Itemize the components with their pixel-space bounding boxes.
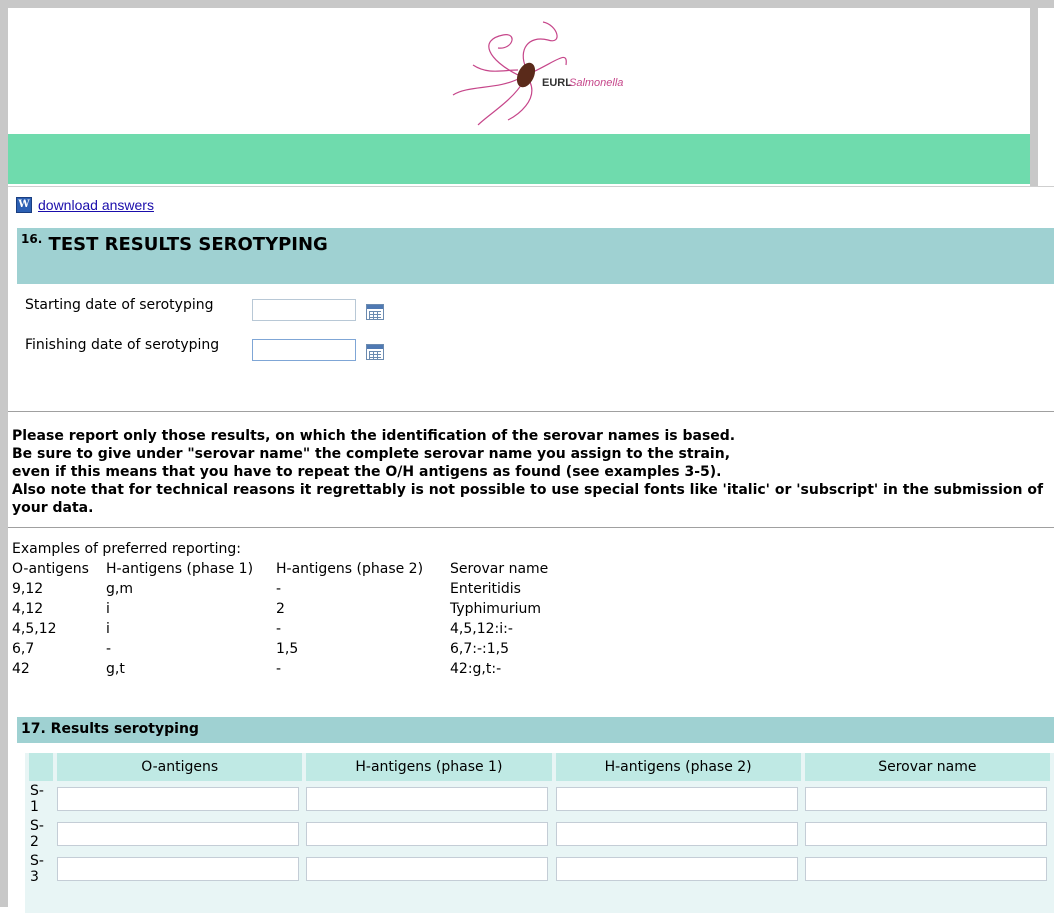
results-col-h-phase1: H-antigens (phase 1) bbox=[306, 753, 552, 781]
starting-date-label: Starting date of serotyping bbox=[25, 297, 214, 313]
examples-table: O-antigens H-antigens (phase 1) H-antige… bbox=[10, 559, 550, 679]
download-row: W download answers bbox=[16, 197, 154, 213]
examples-cell: - bbox=[106, 641, 112, 657]
serovar-name-input[interactable] bbox=[804, 821, 1047, 846]
examples-cell: 1,5 bbox=[276, 641, 299, 657]
logo-text-eurl: EURL bbox=[542, 77, 572, 89]
h-antigens-phase1-input[interactable] bbox=[306, 856, 549, 881]
results-row: S- 2 bbox=[29, 816, 1050, 851]
h-antigens-phase2-input[interactable] bbox=[555, 821, 798, 846]
finishing-date-input[interactable] bbox=[252, 339, 356, 361]
bacterium-logo-graphic: EURL Salmonella bbox=[452, 21, 623, 126]
section-17-title: 17. Results serotyping bbox=[21, 721, 199, 737]
section-17-header: 17. Results serotyping bbox=[17, 717, 1054, 743]
examples-cell: i bbox=[106, 601, 110, 617]
serovar-name-input[interactable] bbox=[804, 856, 1047, 881]
notice-line: Also note that for technical reasons it … bbox=[12, 482, 1044, 516]
section-16-header: 16. TEST RESULTS SEROTYPING bbox=[17, 228, 1054, 284]
results-table-container: O-antigens H-antigens (phase 1) H-antige… bbox=[25, 753, 1054, 913]
row-label: S- 3 bbox=[30, 853, 44, 885]
row-label: S- 2 bbox=[30, 818, 44, 850]
starting-date-input[interactable] bbox=[252, 299, 356, 321]
examples-row: 42 g,t - 42:g,t:- bbox=[10, 659, 550, 679]
results-row: S- 3 bbox=[29, 851, 1050, 886]
examples-cell: i bbox=[106, 621, 110, 637]
h-antigens-phase2-input[interactable] bbox=[555, 856, 798, 881]
header-green-band bbox=[8, 134, 1030, 184]
eurl-salmonella-logo: EURL Salmonella bbox=[448, 20, 648, 130]
examples-cell: 4,12 bbox=[12, 601, 44, 617]
o-antigens-input[interactable] bbox=[57, 856, 300, 881]
examples-header-row: O-antigens H-antigens (phase 1) H-antige… bbox=[10, 559, 550, 579]
site-header: EURL Salmonella bbox=[8, 8, 1030, 134]
notice-line: Be sure to give under "serovar name" the… bbox=[12, 446, 731, 462]
notice-line: Please report only those results, on whi… bbox=[12, 428, 736, 444]
download-answers-link[interactable]: download answers bbox=[38, 197, 154, 213]
results-header-row: O-antigens H-antigens (phase 1) H-antige… bbox=[29, 753, 1050, 781]
examples-row: 4,12 i 2 Typhimurium bbox=[10, 599, 550, 619]
frame-border-right bbox=[1030, 0, 1038, 186]
examples-cell: 6,7:-:1,5 bbox=[450, 641, 510, 657]
examples-cell: Typhimurium bbox=[450, 601, 541, 617]
divider bbox=[8, 411, 1054, 412]
section-16-title: 16. TEST RESULTS SEROTYPING bbox=[21, 232, 328, 255]
examples-col-serovar: Serovar name bbox=[450, 561, 549, 577]
starting-date-calendar-icon[interactable] bbox=[366, 304, 384, 320]
o-antigens-input[interactable] bbox=[57, 821, 300, 846]
o-antigens-input[interactable] bbox=[57, 786, 300, 811]
h-antigens-phase1-input[interactable] bbox=[306, 786, 549, 811]
serovar-name-input[interactable] bbox=[804, 786, 1047, 811]
examples-cell: 4,5,12 bbox=[12, 621, 57, 637]
row-label: S- 1 bbox=[30, 783, 44, 815]
examples-cell: 6,7 bbox=[12, 641, 35, 657]
examples-cell: 4,5,12:i:- bbox=[450, 621, 513, 637]
finishing-date-calendar-icon[interactable] bbox=[366, 344, 384, 360]
reporting-notice: Please report only those results, on whi… bbox=[12, 427, 1048, 517]
examples-col-h-phase1: H-antigens (phase 1) bbox=[106, 561, 254, 577]
examples-row: 6,7 - 1,5 6,7:-:1,5 bbox=[10, 639, 550, 659]
examples-cell: 42 bbox=[12, 661, 30, 677]
h-antigens-phase2-input[interactable] bbox=[555, 786, 798, 811]
logo-text-salmonella: Salmonella bbox=[569, 77, 623, 89]
examples-col-o-antigens: O-antigens bbox=[12, 561, 89, 577]
results-col-h-phase2: H-antigens (phase 2) bbox=[555, 753, 801, 781]
examples-title: Examples of preferred reporting: bbox=[12, 541, 241, 557]
examples-cell: g,t bbox=[106, 661, 125, 677]
results-col-o-antigens: O-antigens bbox=[57, 753, 303, 781]
examples-col-h-phase2: H-antigens (phase 2) bbox=[276, 561, 424, 577]
results-table: O-antigens H-antigens (phase 1) H-antige… bbox=[25, 753, 1054, 886]
results-row: S- 1 bbox=[29, 781, 1050, 816]
examples-cell: 2 bbox=[276, 601, 285, 617]
frame-border bbox=[0, 0, 1054, 8]
divider bbox=[8, 527, 1054, 528]
examples-cell: - bbox=[276, 661, 282, 677]
h-antigens-phase1-input[interactable] bbox=[306, 821, 549, 846]
main-content: W download answers 16. TEST RESULTS SERO… bbox=[8, 186, 1054, 913]
examples-cell: 9,12 bbox=[12, 581, 44, 597]
examples-cell: - bbox=[276, 581, 282, 597]
finishing-date-label: Finishing date of serotyping bbox=[25, 337, 220, 353]
examples-cell: 42:g,t:- bbox=[450, 661, 502, 677]
results-col-serovar: Serovar name bbox=[804, 753, 1050, 781]
frame-border-left bbox=[0, 0, 8, 907]
results-col-label bbox=[29, 753, 54, 781]
examples-row: 9,12 g,m - Enteritidis bbox=[10, 579, 550, 599]
examples-cell: - bbox=[276, 621, 282, 637]
examples-cell: g,m bbox=[106, 581, 133, 597]
word-document-icon[interactable]: W bbox=[16, 197, 32, 213]
examples-cell: Enteritidis bbox=[450, 581, 521, 597]
section-16-number: 16. bbox=[21, 232, 43, 246]
section-16-title-text: TEST RESULTS SEROTYPING bbox=[48, 234, 328, 255]
examples-row: 4,5,12 i - 4,5,12:i:- bbox=[10, 619, 550, 639]
notice-line: even if this means that you have to repe… bbox=[12, 464, 722, 480]
